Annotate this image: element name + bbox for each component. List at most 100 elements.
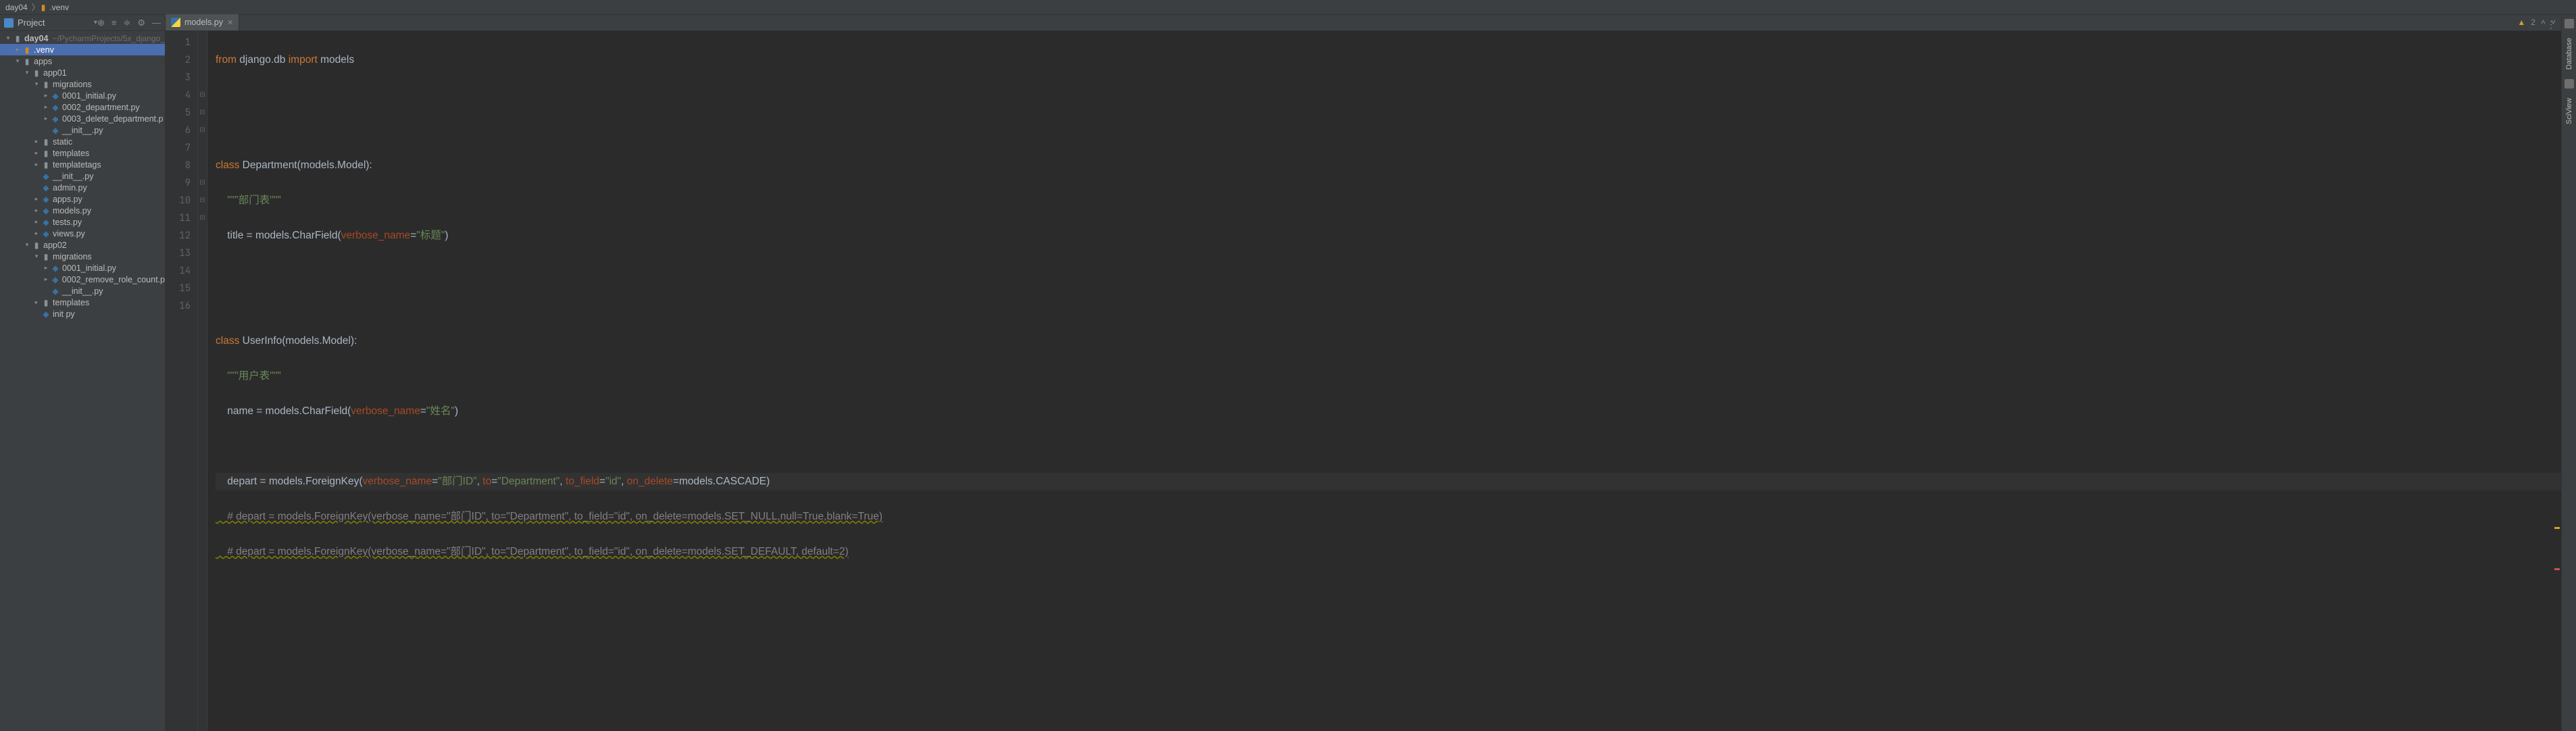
tree-item[interactable]: ▾▮app02 xyxy=(0,239,165,251)
line-number[interactable]: 14 xyxy=(166,262,197,280)
fold-marker[interactable] xyxy=(198,245,207,262)
tree-item[interactable]: ▸◆0002_remove_role_count.p xyxy=(0,274,165,285)
sciview-toolwindow[interactable]: SciView xyxy=(2565,98,2573,124)
collapse-icon[interactable]: ≑ xyxy=(123,18,130,28)
fold-marker[interactable] xyxy=(198,262,207,280)
chevron-icon[interactable]: ▾ xyxy=(32,253,41,260)
line-number[interactable]: 1 xyxy=(166,34,197,51)
line-number[interactable]: 11 xyxy=(166,209,197,227)
chevron-icon[interactable]: ▸ xyxy=(32,230,41,237)
chevron-icon[interactable]: ▸ xyxy=(42,92,50,99)
fold-marker[interactable]: ⊟ xyxy=(198,122,207,139)
sidebar-title[interactable]: Project xyxy=(18,18,91,28)
sciview-icon[interactable] xyxy=(2565,79,2574,89)
chevron-icon[interactable]: ▸ xyxy=(42,276,50,283)
line-number[interactable]: 5 xyxy=(166,104,197,122)
tree-item[interactable]: ▸▮static xyxy=(0,136,165,147)
chevron-icon[interactable]: ▸ xyxy=(32,218,41,226)
tree-item[interactable]: ▸◆init py xyxy=(0,308,165,320)
tree-item[interactable]: ▸◆__init__.py xyxy=(0,170,165,182)
chevron-icon[interactable]: ▸ xyxy=(32,138,41,145)
editor-inspections[interactable]: ▲ 2 ˄ ˅ xyxy=(2517,18,2556,27)
tree-item[interactable]: ▸▮templates xyxy=(0,147,165,159)
tree-item-label: migrations xyxy=(53,80,92,89)
line-number[interactable]: 8 xyxy=(166,157,197,174)
fold-marker[interactable] xyxy=(198,280,207,297)
tree-item[interactable]: ▸◆apps.py xyxy=(0,193,165,205)
editor-tab[interactable]: models.py ✕ xyxy=(166,14,239,30)
tree-item[interactable]: ▸◆tests.py xyxy=(0,216,165,228)
hide-icon[interactable]: — xyxy=(152,18,161,28)
chevron-icon[interactable]: ▸ xyxy=(42,115,50,122)
fold-marker[interactable]: ⊟ xyxy=(198,192,207,209)
error-stripe[interactable] xyxy=(2554,51,2560,731)
expand-icon[interactable]: ≡ xyxy=(112,18,117,28)
database-toolwindow[interactable]: Database xyxy=(2565,38,2573,70)
line-number[interactable]: 10 xyxy=(166,192,197,209)
chevron-icon[interactable]: ▸ xyxy=(14,46,22,53)
prev-highlight-icon[interactable]: ˄ xyxy=(2541,18,2546,27)
chevron-down-icon[interactable]: ▾ xyxy=(4,34,12,42)
next-highlight-icon[interactable]: ˅ xyxy=(2551,18,2556,27)
chevron-icon[interactable]: ▸ xyxy=(32,207,41,214)
tree-item[interactable]: ▾▮apps xyxy=(0,55,165,67)
line-number[interactable]: 6 xyxy=(166,122,197,139)
tree-item[interactable]: ▸◆__init__.py xyxy=(0,124,165,136)
code-area[interactable]: from django.db import models class Depar… xyxy=(207,31,2561,731)
fold-marker[interactable] xyxy=(198,69,207,86)
tree-item[interactable]: ▸◆0001_initial.py xyxy=(0,90,165,101)
line-number[interactable]: 2 xyxy=(166,51,197,69)
chevron-icon[interactable]: ▾ xyxy=(32,80,41,88)
database-icon[interactable] xyxy=(2565,19,2574,28)
line-number[interactable]: 9 xyxy=(166,174,197,192)
chevron-icon[interactable]: ▸ xyxy=(32,149,41,157)
line-number[interactable]: 15 xyxy=(166,280,197,297)
chevron-icon[interactable]: ▸ xyxy=(42,103,50,111)
breadcrumb-root[interactable]: day04 xyxy=(3,3,30,12)
tree-item[interactable]: ▸◆0002_department.py xyxy=(0,101,165,113)
tree-item[interactable]: ▸◆0003_delete_department.p xyxy=(0,113,165,124)
fold-marker[interactable] xyxy=(198,34,207,51)
chevron-icon[interactable]: ▾ xyxy=(23,241,31,249)
chevron-icon[interactable]: ▸ xyxy=(32,299,41,306)
tree-item[interactable]: ▸◆__init__.py xyxy=(0,285,165,297)
breadcrumb-venv[interactable]: .venv xyxy=(47,3,72,12)
gear-icon[interactable]: ⚙ xyxy=(137,18,145,28)
tree-item[interactable]: ▸▮.venv xyxy=(0,44,165,55)
fold-gutter[interactable]: ⊟⊟⊟⊟⊟⊟ xyxy=(198,31,207,731)
tree-item[interactable]: ▾▮app01 xyxy=(0,67,165,78)
tree-item[interactable]: ▸◆views.py xyxy=(0,228,165,239)
fold-marker[interactable]: ⊟ xyxy=(198,104,207,122)
tree-item[interactable]: ▾▮migrations xyxy=(0,251,165,262)
tree-item[interactable]: ▸▮templates xyxy=(0,297,165,308)
tree-item[interactable]: ▸◆admin.py xyxy=(0,182,165,193)
line-number[interactable]: 4 xyxy=(166,86,197,104)
close-icon[interactable]: ✕ xyxy=(227,18,233,27)
line-number[interactable]: 13 xyxy=(166,245,197,262)
locate-icon[interactable]: ⊕ xyxy=(97,18,105,28)
line-number[interactable]: 12 xyxy=(166,227,197,245)
tree-item[interactable]: ▸▮templatetags xyxy=(0,159,165,170)
chevron-icon[interactable]: ▸ xyxy=(32,195,41,203)
project-tree[interactable]: ▾ ▮ day04 ~/PycharmProjects/5x_django_ ▸… xyxy=(0,31,165,731)
line-number[interactable]: 16 xyxy=(166,297,197,315)
tree-root[interactable]: ▾ ▮ day04 ~/PycharmProjects/5x_django_ xyxy=(0,32,165,44)
tree-item[interactable]: ▾▮migrations xyxy=(0,78,165,90)
fold-marker[interactable] xyxy=(198,227,207,245)
fold-marker[interactable] xyxy=(198,157,207,174)
line-number-gutter[interactable]: 12345678910111213141516 xyxy=(166,31,198,731)
fold-marker[interactable]: ⊟ xyxy=(198,209,207,227)
tree-item[interactable]: ▸◆0001_initial.py xyxy=(0,262,165,274)
fold-marker[interactable] xyxy=(198,139,207,157)
fold-marker[interactable]: ⊟ xyxy=(198,86,207,104)
chevron-icon[interactable]: ▸ xyxy=(42,264,50,272)
line-number[interactable]: 7 xyxy=(166,139,197,157)
line-number[interactable]: 3 xyxy=(166,69,197,86)
chevron-icon[interactable]: ▾ xyxy=(14,57,22,65)
fold-marker[interactable]: ⊟ xyxy=(198,174,207,192)
fold-marker[interactable] xyxy=(198,51,207,69)
chevron-icon[interactable]: ▸ xyxy=(32,161,41,168)
chevron-icon[interactable]: ▾ xyxy=(23,69,31,76)
tree-item[interactable]: ▸◆models.py xyxy=(0,205,165,216)
fold-marker[interactable] xyxy=(198,297,207,315)
